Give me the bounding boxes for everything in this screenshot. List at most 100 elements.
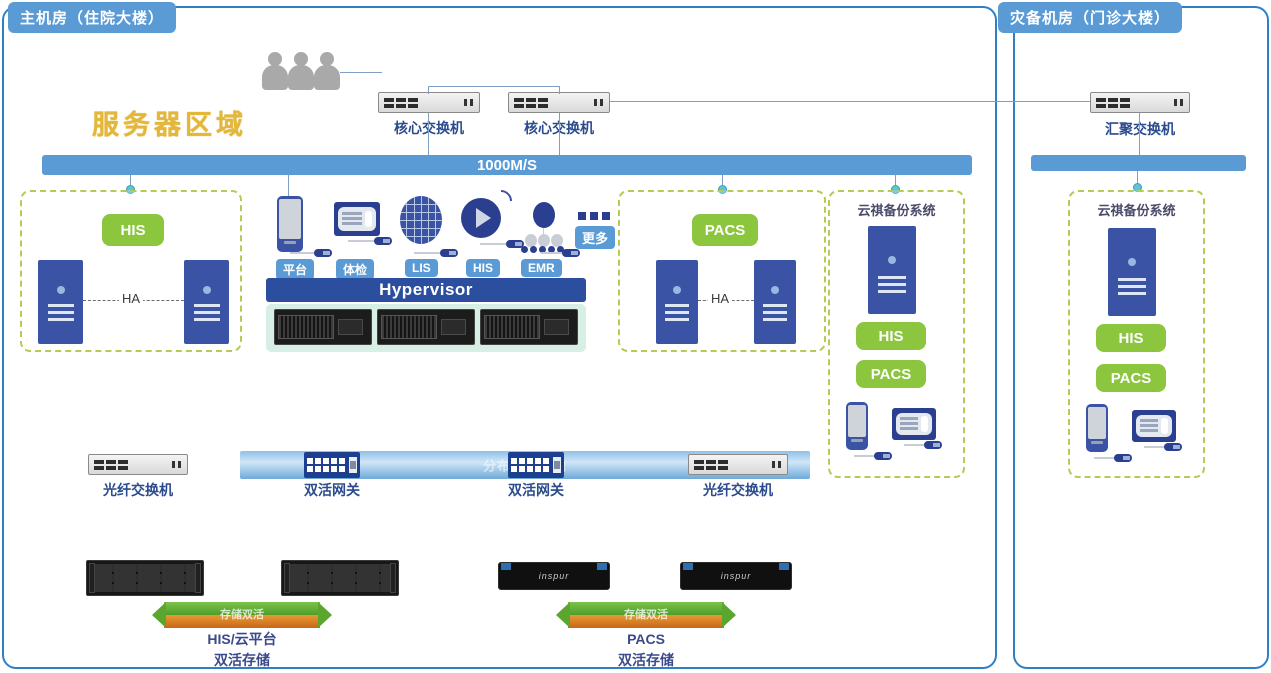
user-icon [314, 52, 340, 92]
app-badge-checkup: 体检 [336, 259, 375, 280]
his-zone-badge-label: HIS [120, 221, 146, 239]
app-link-wire [480, 243, 508, 245]
user-icon [262, 52, 288, 92]
pacs-server-secondary[interactable] [754, 260, 796, 344]
app-badge-platform: 平台 [276, 259, 315, 280]
main-backup-badge-pacs: PACS [856, 360, 926, 388]
backup-link-wire [854, 455, 876, 457]
pacs-ha-label: HA [708, 291, 733, 306]
hypervisor-host[interactable] [274, 309, 372, 345]
fc-switch-left-device[interactable] [88, 454, 188, 475]
hypervisor-host[interactable] [377, 309, 475, 345]
his-zone: HIS HA [20, 190, 242, 352]
more-badge-label: 更多 [582, 231, 609, 246]
pacs-zone-badge: PACS [692, 214, 758, 246]
pacs-storage-array-b[interactable]: inspur [680, 562, 792, 590]
core-right-uplink [559, 86, 560, 94]
backup-mobile-icon [846, 402, 868, 450]
dr-backup-badge-pacs: PACS [1096, 364, 1166, 392]
fc-switch-right-label: 光纤交换机 [703, 482, 773, 498]
pacs-storage-caption: PACS 双活存储 [556, 629, 736, 671]
diagram-canvas: 主机房（住院大楼） 灾备机房（门诊大楼） 服务器区域 核心交换机 核心交换机 1… [0, 0, 1271, 673]
lis-globe-icon [400, 196, 442, 244]
his-storage-caption-line2: 双活存储 [214, 652, 270, 668]
dr-backup-link-wire [1094, 457, 1116, 459]
app-badge-lis-label: LIS [412, 261, 431, 275]
dr-backup-badge-his-label: HIS [1118, 329, 1144, 347]
dr-backup-mobile-icon [1086, 404, 1108, 452]
his-zone-badge: HIS [102, 214, 164, 246]
core-switch-left-label: 核心交换机 [394, 120, 464, 136]
dr-wan-link [610, 101, 1090, 102]
bandwidth-label: 1000M/S [476, 156, 538, 174]
his-ha-label: HA [119, 291, 144, 306]
core-left-uplink [428, 86, 429, 94]
dr-backup-link-pill [1164, 443, 1182, 451]
fc-switch-right-device[interactable] [688, 454, 788, 475]
app-link-wire [290, 252, 316, 254]
dr-backup-server[interactable] [1108, 228, 1156, 316]
app-link-wire [348, 240, 376, 242]
hypervisor-bar: Hypervisor [266, 278, 586, 302]
pacs-storage-brand-b: inspur [720, 571, 752, 581]
pacs-storage-array-a[interactable]: inspur [498, 562, 610, 590]
backup-link-pill [924, 441, 942, 449]
agg-switch-downlink [1139, 113, 1140, 157]
pacs-storage-caption-line2: 双活存储 [618, 652, 674, 668]
app-badge-his: HIS [466, 259, 501, 277]
pacs-zone-badge-label: PACS [704, 221, 746, 239]
main-backup-zone: 云祺备份系统 HIS PACS [828, 190, 965, 478]
main-backup-server[interactable] [868, 226, 916, 314]
dual-active-gateway-right-device[interactable] [508, 452, 564, 478]
hypervisor-host[interactable] [480, 309, 578, 345]
app-badge-emr-label: EMR [528, 261, 555, 275]
user-icon [288, 52, 314, 92]
his-server-primary[interactable] [38, 260, 83, 344]
more-badge[interactable]: 更多 [575, 226, 616, 249]
user-group [262, 52, 342, 94]
pacs-server-primary[interactable] [656, 260, 698, 344]
app-link-pill [506, 240, 524, 248]
emr-org-icon [518, 202, 570, 253]
mobile-app-icon [277, 196, 303, 252]
main-backup-badge-pacs-label: PACS [870, 365, 912, 383]
his-storage-dual-active-arrow: 存储双活 [152, 602, 332, 628]
core-switch-left-device[interactable] [378, 92, 480, 113]
more-dots-icon [578, 212, 610, 220]
backup-link-wire [904, 444, 926, 446]
app-link-pill [374, 237, 392, 245]
dual-active-gateway-left-device[interactable] [304, 452, 360, 478]
app-badge-checkup-label: 体检 [343, 263, 368, 277]
his-storage-array-b[interactable] [281, 560, 399, 596]
core-right-downlink [559, 113, 560, 158]
his-storage-caption: HIS/云平台 双活存储 [152, 629, 332, 671]
pacs-storage-arrow-label: 存储双活 [624, 609, 668, 621]
his-storage-caption-line1: HIS/云平台 [207, 631, 277, 647]
dr-backup-zone: 云祺备份系统 HIS PACS [1068, 190, 1205, 478]
aggregation-switch-device[interactable] [1090, 92, 1190, 113]
main-backup-zone-title: 云祺备份系统 [857, 203, 936, 218]
app-badge-platform-label: 平台 [283, 263, 308, 277]
dr-datacenter-tag: 灾备机房（门诊大楼） [997, 2, 1183, 33]
main-backup-badge-his-label: HIS [878, 327, 904, 345]
dual-active-gateway-right-label: 双活网关 [508, 482, 564, 498]
dr-backup-card-icon [1132, 410, 1176, 442]
app-link-pill [562, 249, 580, 257]
core-switch-interconnect [428, 86, 560, 87]
main-backup-badge-his: HIS [856, 322, 926, 350]
his-storage-array-a[interactable] [86, 560, 204, 596]
server-zone-title: 服务器区域 [92, 110, 247, 140]
dr-backup-zone-title: 云祺备份系统 [1097, 203, 1176, 218]
app-badge-his-label: HIS [473, 261, 494, 275]
pacs-storage-dual-active-arrow: 存储双活 [556, 602, 736, 628]
main-datacenter-tag: 主机房（住院大楼） [8, 2, 177, 33]
pacs-storage-brand-a: inspur [538, 571, 570, 581]
his-server-secondary[interactable] [184, 260, 229, 344]
his-storage-arrow-label: 存储双活 [220, 609, 264, 621]
app-badge-emr: EMR [521, 259, 562, 277]
dr-backup-link-pill [1114, 454, 1132, 462]
fc-switch-left-label: 光纤交换机 [103, 482, 173, 498]
core-switch-right-device[interactable] [508, 92, 610, 113]
user-to-switch-link [340, 72, 382, 73]
app-badge-lis: LIS [405, 259, 438, 277]
